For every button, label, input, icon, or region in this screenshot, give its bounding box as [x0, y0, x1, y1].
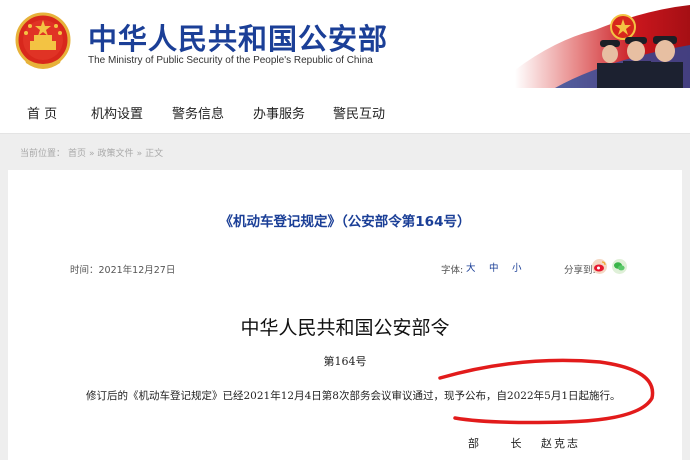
publish-date: 时间：2021年12月27日 [70, 265, 176, 276]
nav-item-services[interactable]: 办事服务 [253, 103, 305, 122]
breadcrumb-label: 当前位置： [20, 149, 66, 159]
nav-item-police-info[interactable]: 警务信息 [172, 103, 224, 122]
signatory-title: 部 长 [468, 437, 536, 450]
nav-item-interaction[interactable]: 警民互动 [333, 103, 385, 122]
wechat-icon[interactable] [612, 259, 627, 274]
article-title: 《机动车登记规定》（公安部令第164号） [219, 214, 471, 230]
share-label: 分享到: [564, 265, 596, 276]
font-size-large-button[interactable]: 大 [466, 260, 476, 274]
breadcrumb-policy-link[interactable]: 政策文件 [98, 149, 134, 159]
main-nav: 首 页 机构设置 警务信息 办事服务 警民互动 [0, 88, 690, 134]
breadcrumb: 当前位置： 首页» 政策文件» 正文 [20, 146, 166, 159]
breadcrumb-separator: » [89, 149, 95, 159]
decree-number: 第164号 [323, 355, 367, 368]
nav-item-organization[interactable]: 机构设置 [91, 103, 143, 122]
breadcrumb-home-link[interactable]: 首页 [68, 149, 86, 159]
site-subtitle: The Ministry of Public Security of the P… [88, 55, 373, 66]
breadcrumb-current: 正文 [145, 149, 164, 159]
font-size-medium-button[interactable]: 中 [489, 260, 499, 274]
decree-body: 修订后的《机动车登记规定》已经2021年12月4日第8次部务会议审议通过，现予公… [86, 390, 621, 402]
decree-heading: 中华人民共和国公安部令 [240, 317, 450, 339]
breadcrumb-separator: » [136, 149, 143, 159]
nav-item-home[interactable]: 首 页 [27, 103, 57, 122]
font-size-label: 字体: [441, 265, 464, 276]
police-banner-image [515, 5, 690, 88]
font-size-small-button[interactable]: 小 [512, 260, 522, 274]
weibo-icon[interactable] [592, 259, 607, 274]
signatory-name: 赵克志 [541, 437, 580, 450]
article-panel: 《机动车登记规定》（公安部令第164号） 时间：2021年12月27日 字体: … [8, 170, 682, 460]
site-header: 中华人民共和国公安部 The Ministry of Public Securi… [0, 0, 690, 88]
site-title: 中华人民共和国公安部 [88, 22, 389, 56]
national-emblem-logo[interactable] [14, 11, 72, 73]
